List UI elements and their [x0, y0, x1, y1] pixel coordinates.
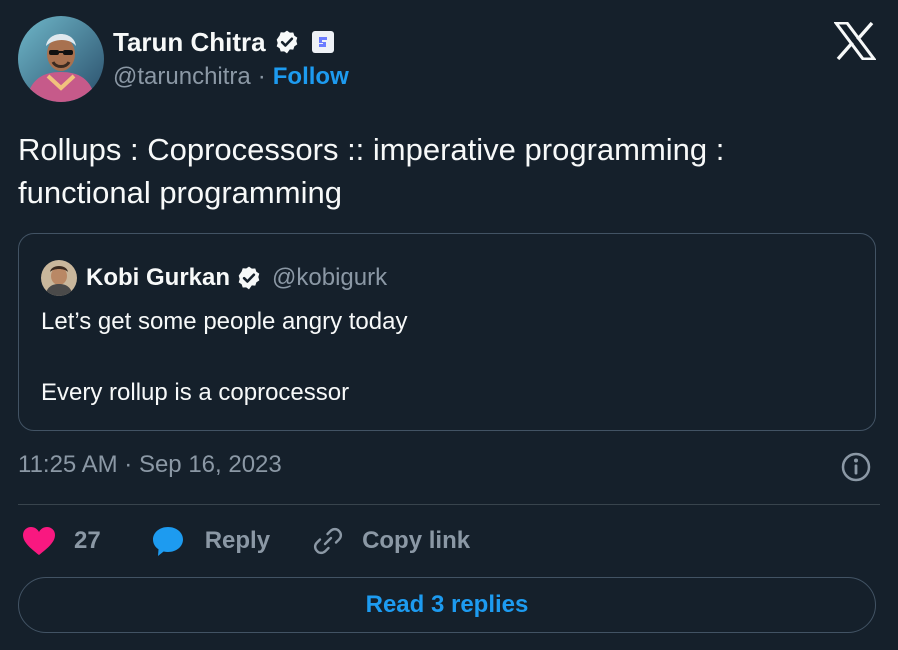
author-info: Tarun Chitra @tarunchitra · Follow: [113, 25, 349, 91]
quoted-tweet[interactable]: Kobi Gurkan @kobigurk Let’s get some peo…: [18, 233, 876, 431]
quoted-text-line: Every rollup is a coprocessor: [41, 379, 350, 406]
author-name[interactable]: Tarun Chitra: [113, 27, 266, 58]
verified-badge-icon: [238, 266, 260, 290]
quoted-author-handle: @kobigurk: [272, 264, 388, 291]
quoted-author-avatar: [41, 260, 77, 296]
affiliation-icon[interactable]: [311, 31, 334, 53]
author-handle-row: @tarunchitra · Follow: [113, 63, 349, 91]
tweet-timestamp[interactable]: 11:25 AM · Sep 16, 2023: [18, 451, 282, 479]
quoted-author-name: Kobi Gurkan: [86, 264, 231, 291]
author-handle[interactable]: @tarunchitra: [113, 63, 251, 91]
quoted-text-line: Let’s get some people angry today: [41, 308, 408, 335]
link-icon: [313, 527, 343, 555]
reply-label: Reply: [204, 527, 271, 554]
author-name-row: Tarun Chitra: [113, 25, 349, 59]
handle-separator: ·: [257, 63, 266, 90]
info-icon[interactable]: [840, 451, 872, 483]
like-button[interactable]: 27: [22, 526, 101, 556]
tweet-text: Rollups : Coprocessors :: imperative pro…: [18, 128, 878, 214]
action-bar: 27 Reply Copy link: [22, 522, 470, 560]
author-avatar[interactable]: [18, 16, 104, 102]
copy-link-label: Copy link: [362, 527, 471, 554]
tweet-header: Tarun Chitra @tarunchitra · Follow: [18, 16, 349, 102]
copy-link-button[interactable]: Copy link: [312, 525, 470, 557]
verified-badge-icon: [276, 30, 297, 54]
divider: [18, 504, 880, 505]
quoted-tweet-header: Kobi Gurkan @kobigurk: [41, 260, 387, 296]
follow-button[interactable]: Follow: [273, 63, 349, 91]
reply-bubble-icon: [152, 527, 183, 556]
read-replies-button[interactable]: Read 3 replies: [18, 577, 876, 633]
heart-icon: [23, 527, 55, 555]
x-logo-icon[interactable]: [834, 22, 876, 60]
reply-button[interactable]: Reply: [151, 525, 270, 557]
like-count: 27: [74, 527, 101, 554]
tweet-text-line: Rollups : Coprocessors :: imperative pro…: [18, 132, 725, 167]
tweet-text-line: functional programming: [18, 175, 342, 210]
